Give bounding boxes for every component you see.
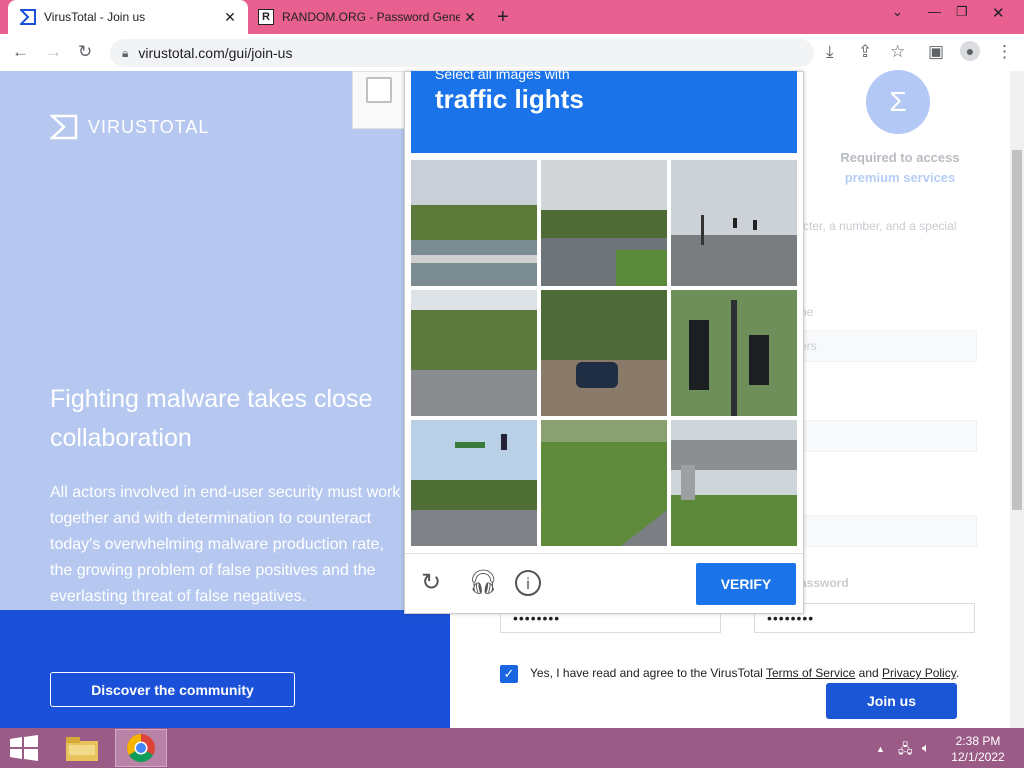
agree-prefix: Yes, I have read and agree to the VirusT… (530, 666, 763, 680)
join-us-button[interactable]: Join us (826, 683, 957, 719)
system-clock[interactable]: 2:38 PM 12/1/2022 (948, 733, 1008, 765)
show-hidden-icons-icon[interactable]: ▲ (876, 744, 885, 754)
windows-start-icon[interactable] (8, 735, 40, 761)
profile-avatar-icon[interactable]: ● (960, 41, 980, 61)
install-app-icon[interactable]: ⤓ (826, 42, 834, 62)
captcha-tile-3[interactable] (671, 160, 797, 286)
info-icon[interactable]: i (515, 570, 541, 596)
headline: Fighting malware takes close collaborati… (50, 385, 373, 452)
restore-icon[interactable]: ❐ (956, 4, 968, 20)
random-org-favicon-icon: R (258, 9, 274, 25)
captcha-tile-9[interactable] (671, 420, 797, 546)
agree-text: Yes, I have read and agree to the VirusT… (530, 666, 959, 680)
virustotal-favicon-icon (20, 9, 36, 25)
forward-icon[interactable]: → (45, 42, 62, 62)
tab-search-chevron-icon[interactable]: ⌄ (892, 4, 903, 20)
virustotal-logo-icon (50, 114, 78, 140)
premium-badge-icon: Σ (866, 70, 930, 134)
captcha-checkbox[interactable] (366, 77, 392, 103)
menu-kebab-icon[interactable]: ⋮ (996, 42, 1013, 62)
back-icon[interactable]: ← (12, 42, 29, 62)
network-icon[interactable]: 🖧︎ (898, 740, 913, 762)
captcha-tile-7[interactable] (411, 420, 537, 546)
virustotal-logo: VIRUSTOTAL (50, 113, 209, 141)
close-tab-icon[interactable]: ✕ (220, 9, 240, 26)
captcha-tile-2[interactable] (541, 160, 667, 286)
audio-challenge-icon[interactable]: 🎧︎ (468, 568, 498, 597)
captcha-tile-5[interactable] (541, 290, 667, 416)
captcha-tile-8[interactable] (541, 420, 667, 546)
verify-button[interactable]: VERIFY (696, 563, 796, 605)
bookmark-star-icon[interactable]: ☆ (890, 42, 905, 62)
lock-icon: 🔒︎ (122, 45, 129, 60)
new-tab-icon[interactable]: + (497, 6, 509, 29)
premium-services-link[interactable]: premium services (820, 170, 980, 185)
clock-date: 12/1/2022 (951, 750, 1005, 764)
tab-title: VirusTotal - Join us (44, 10, 146, 24)
agree-checkbox[interactable]: ✓ (500, 665, 518, 683)
side-panel-icon[interactable]: ▣ (928, 42, 944, 62)
logo-text: VIRUSTOTAL (88, 116, 210, 137)
minimize-icon[interactable]: — (928, 4, 941, 19)
captcha-tile-4[interactable] (411, 290, 537, 416)
reload-icon[interactable]: ↻ (78, 42, 92, 62)
tab-title: RANDOM.ORG - Password Gene (282, 10, 460, 24)
agree-period: . (955, 666, 960, 680)
agree-and: and (858, 666, 879, 680)
captcha-target: traffic lights (435, 84, 584, 114)
captcha-instruction: Select all images with (435, 66, 570, 82)
clock-time: 2:38 PM (955, 734, 1001, 748)
address-bar[interactable]: 🔒︎ virustotal.com/gui/join-us (110, 39, 814, 67)
captcha-divider (405, 553, 803, 554)
form-field[interactable] (795, 515, 977, 547)
tab-virustotal[interactable]: VirusTotal - Join us ✕ (8, 0, 248, 34)
chrome-taskbar-icon[interactable] (115, 729, 167, 767)
scrollbar-thumb[interactable] (1012, 150, 1022, 510)
form-field[interactable] (795, 420, 977, 452)
discover-community-button[interactable]: Discover the community (50, 672, 295, 707)
required-text: Required to access (840, 150, 960, 165)
body-text: All actors involved in end-user security… (50, 484, 401, 605)
captcha-tile-6[interactable] (671, 290, 797, 416)
confirm-password-label: assword (800, 576, 849, 590)
reload-challenge-icon[interactable]: ↻ (421, 568, 441, 597)
captcha-tile-1[interactable] (411, 160, 537, 286)
volume-icon[interactable]: 🔈︎ (922, 740, 930, 756)
url-text: virustotal.com/gui/join-us (138, 45, 293, 61)
share-icon[interactable]: ⇪ (858, 42, 872, 62)
password-hint: cter, a number, and a special (803, 219, 957, 233)
close-window-icon[interactable]: ✕ (992, 4, 1005, 22)
file-explorer-icon[interactable] (60, 730, 104, 768)
form-field[interactable] (795, 330, 977, 362)
terms-of-service-link[interactable]: Terms of Service (766, 666, 855, 680)
tab-random-org[interactable]: R RANDOM.ORG - Password Gene ✕ (250, 0, 488, 34)
privacy-policy-link[interactable]: Privacy Policy (882, 666, 956, 680)
close-tab-icon[interactable]: ✕ (460, 9, 480, 26)
